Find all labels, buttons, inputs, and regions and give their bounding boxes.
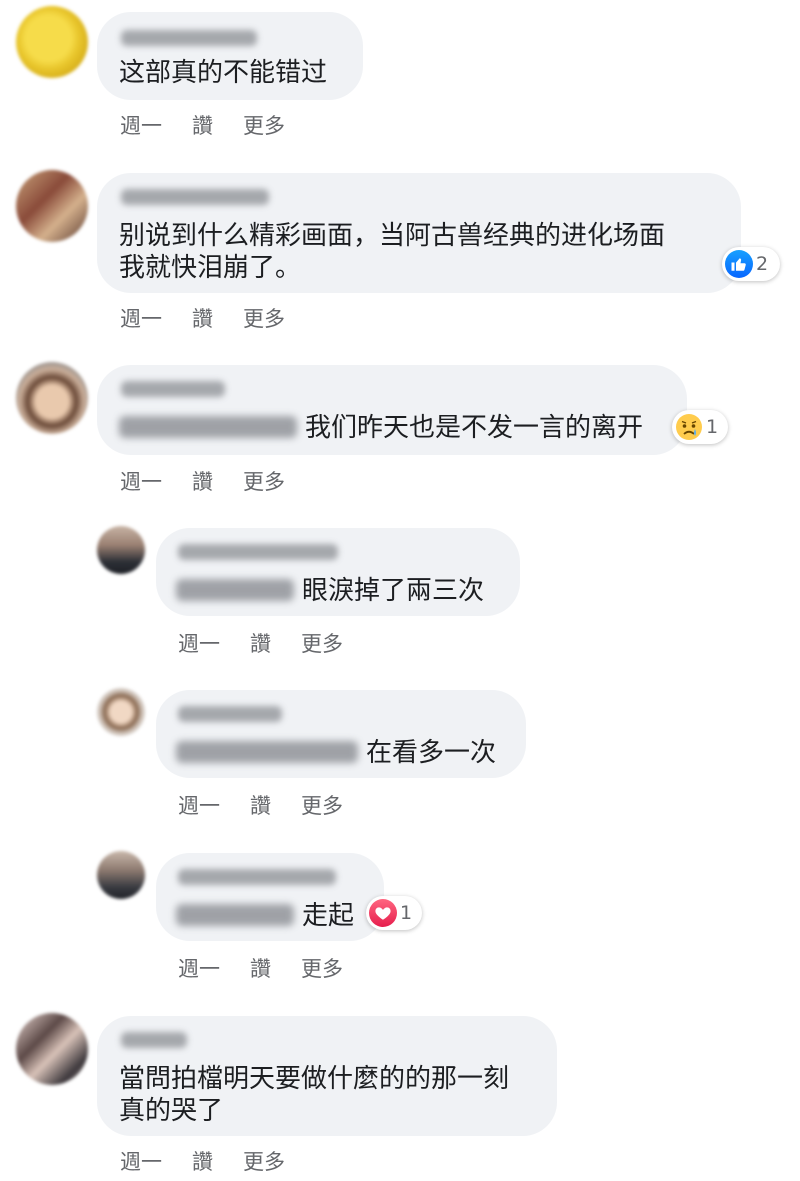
comment-timestamp[interactable]: 週一 — [120, 466, 162, 496]
avatar[interactable] — [16, 170, 88, 242]
like-link[interactable]: 讚 — [250, 790, 271, 820]
mention-blurred[interactable] — [176, 741, 358, 763]
author-name-blurred[interactable] — [178, 869, 336, 885]
reaction-summary[interactable]: 1 — [672, 410, 728, 444]
comment-bubble: 这部真的不能错过 — [97, 12, 363, 100]
comment-timestamp[interactable]: 週一 — [120, 110, 162, 140]
more-link[interactable]: 更多 — [243, 303, 285, 333]
comment-bubble: 在看多一次 — [156, 690, 526, 778]
comment-text-body: 在看多一次 — [366, 738, 497, 768]
more-link[interactable]: 更多 — [301, 953, 343, 983]
comment-timestamp[interactable]: 週一 — [120, 1146, 162, 1176]
author-name-blurred[interactable] — [178, 544, 338, 560]
comment-text-body: 眼淚掉了兩三次 — [302, 576, 485, 606]
comment-text-line-1: 當問拍檔明天要做什麼的的那一刻 — [119, 1064, 510, 1094]
comment-timestamp[interactable]: 週一 — [178, 628, 220, 658]
comment-text-line-2: 我就快泪崩了。 — [119, 253, 302, 283]
comment-actions: 週一讚更多 — [178, 790, 373, 820]
comment-text: 走起 — [176, 899, 354, 933]
comment-timestamp[interactable]: 週一 — [120, 303, 162, 333]
author-name-blurred[interactable] — [121, 30, 257, 46]
comment-text: 我们昨天也是不发一言的离开 — [119, 411, 643, 445]
comment-bubble: 我们昨天也是不发一言的离开 — [97, 365, 687, 455]
comment-actions: 週一讚更多 — [120, 303, 315, 333]
comment-actions: 週一讚更多 — [120, 110, 315, 140]
like-link[interactable]: 讚 — [250, 628, 271, 658]
comment-bubble: 走起 — [156, 853, 384, 941]
thumbs-up-icon — [725, 250, 753, 278]
more-link[interactable]: 更多 — [243, 466, 285, 496]
reaction-summary[interactable]: 2 — [722, 247, 780, 281]
comment-text-line-2: 真的哭了 — [119, 1096, 224, 1126]
comment-actions: 週一讚更多 — [120, 466, 315, 496]
author-name-blurred[interactable] — [178, 706, 282, 722]
comment-actions: 週一讚更多 — [178, 628, 373, 658]
reaction-summary[interactable]: 1 — [366, 896, 422, 930]
mention-blurred[interactable] — [176, 579, 294, 601]
more-link[interactable]: 更多 — [243, 1146, 285, 1176]
comment-text: 这部真的不能错过 — [119, 58, 328, 88]
crying-face-icon — [675, 413, 703, 441]
more-link[interactable]: 更多 — [301, 628, 343, 658]
avatar[interactable] — [97, 688, 145, 736]
comment-text: 在看多一次 — [176, 736, 496, 770]
comment-bubble: 當問拍檔明天要做什麼的的那一刻 真的哭了 — [97, 1016, 557, 1136]
author-name-blurred[interactable] — [121, 1032, 187, 1048]
author-name-blurred[interactable] — [121, 381, 225, 397]
author-name-blurred[interactable] — [121, 189, 269, 205]
avatar[interactable] — [97, 851, 145, 899]
like-link[interactable]: 讚 — [192, 1146, 213, 1176]
avatar[interactable] — [97, 526, 145, 574]
reaction-count: 1 — [706, 416, 719, 438]
reaction-count: 2 — [756, 253, 769, 275]
comment-text-body: 走起 — [302, 901, 355, 931]
comment-bubble: 眼淚掉了兩三次 — [156, 528, 520, 616]
comment-text: 眼淚掉了兩三次 — [176, 574, 484, 608]
more-link[interactable]: 更多 — [243, 110, 285, 140]
mention-blurred[interactable] — [119, 416, 297, 438]
comment-timestamp[interactable]: 週一 — [178, 790, 220, 820]
comment-actions: 週一讚更多 — [120, 1146, 315, 1176]
heart-icon — [369, 899, 397, 927]
like-link[interactable]: 讚 — [192, 110, 213, 140]
mention-blurred[interactable] — [176, 904, 294, 926]
like-link[interactable]: 讚 — [192, 303, 213, 333]
comment-text-line-1: 别说到什么精彩画面，当阿古兽经典的进化场面 — [119, 221, 666, 251]
comment-bubble: 别说到什么精彩画面，当阿古兽经典的进化场面 我就快泪崩了。 — [97, 173, 741, 293]
avatar[interactable] — [16, 1013, 88, 1085]
like-link[interactable]: 讚 — [250, 953, 271, 983]
reaction-count: 1 — [400, 902, 413, 924]
comment-timestamp[interactable]: 週一 — [178, 953, 220, 983]
avatar[interactable] — [16, 362, 88, 434]
like-link[interactable]: 讚 — [192, 466, 213, 496]
avatar[interactable] — [16, 6, 88, 78]
comment-actions: 週一讚更多 — [178, 953, 373, 983]
comment-text-body: 我们昨天也是不发一言的离开 — [305, 413, 644, 443]
more-link[interactable]: 更多 — [301, 790, 343, 820]
